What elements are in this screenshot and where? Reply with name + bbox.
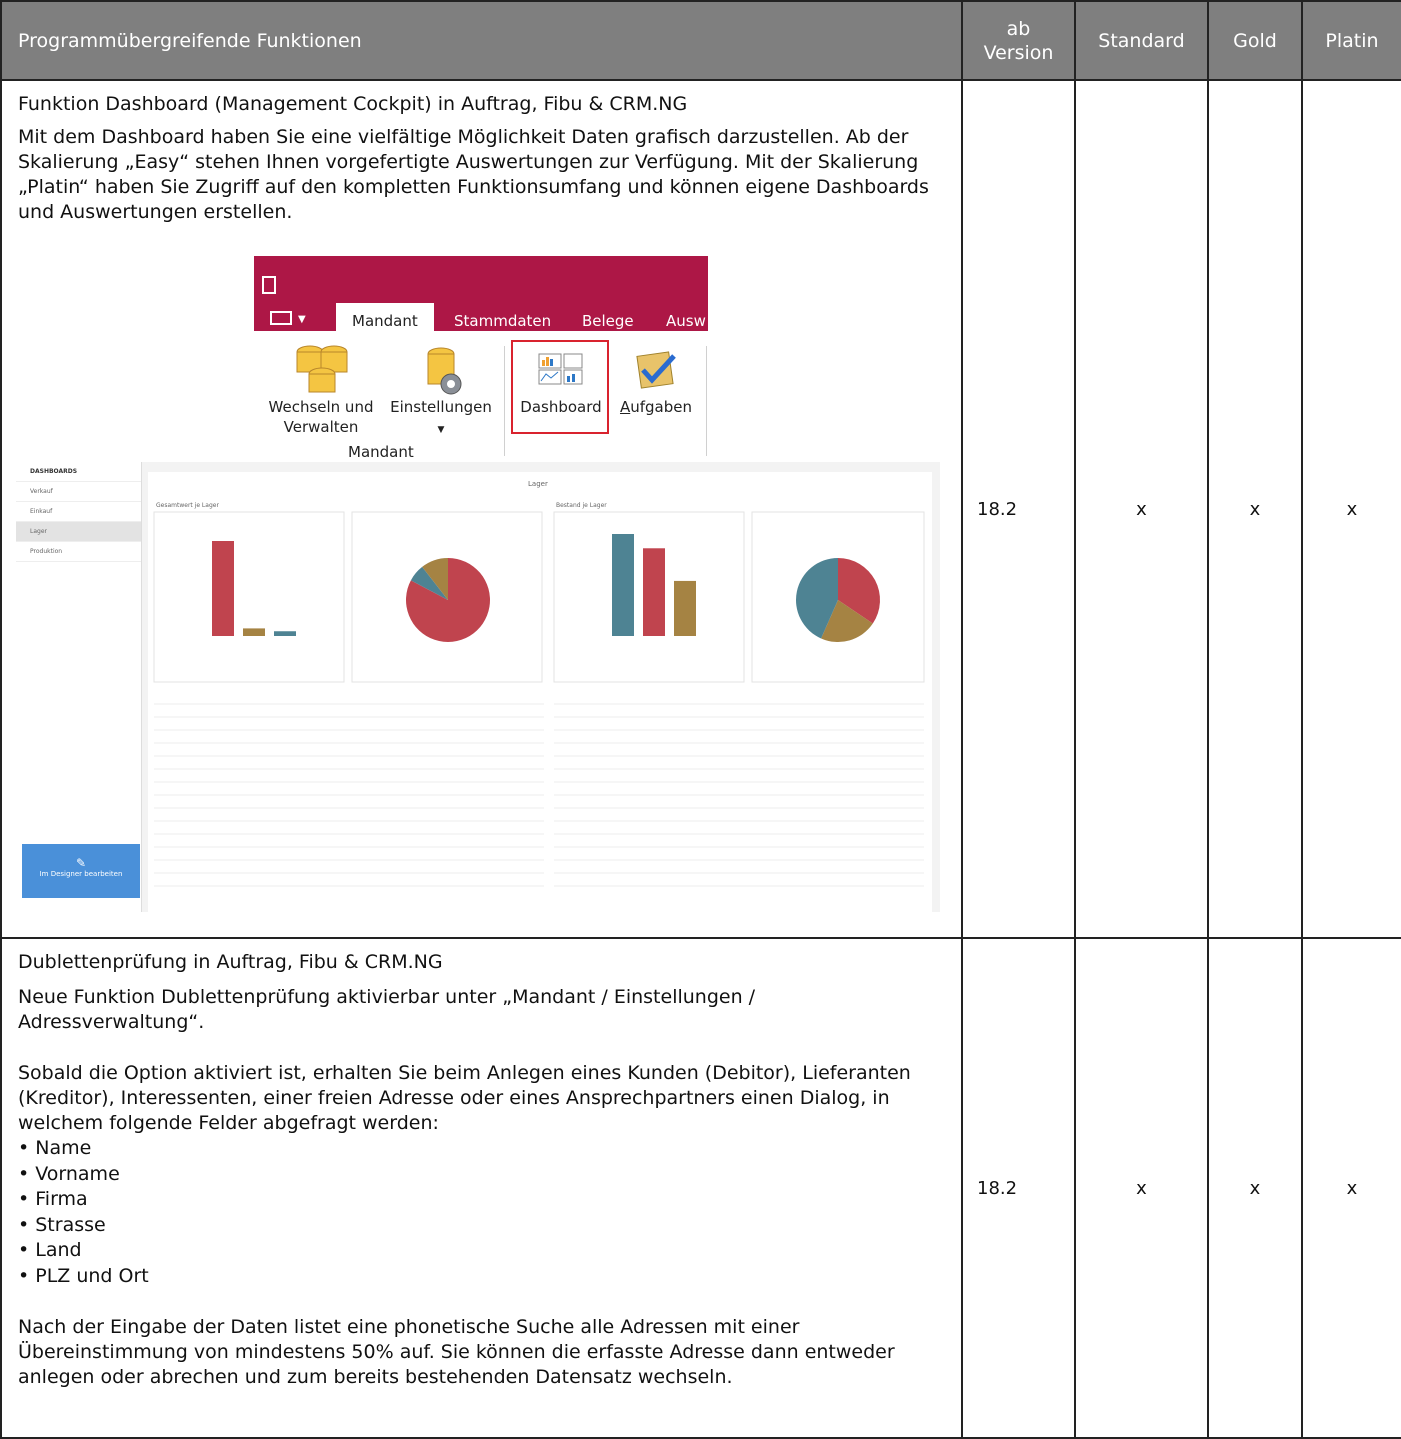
bar-panel-left: [153, 511, 345, 683]
sidebar-item-verkauf[interactable]: Verkauf: [16, 482, 141, 502]
list-item: • PLZ und Ort: [18, 1264, 149, 1287]
list-item: • Land: [18, 1239, 82, 1261]
sidebar-item-einkauf[interactable]: Einkauf: [16, 502, 141, 522]
chevron-down-icon: ▼: [437, 425, 445, 435]
settings-button[interactable]: Einstellungen ▼: [390, 397, 492, 440]
sidebar-item-produktion[interactable]: Produktion: [16, 542, 141, 562]
header-platin: Platin: [1301, 0, 1401, 81]
table-row: Dublettenprüfung in Auftrag, Fibu & CRM.…: [0, 937, 1401, 1439]
group-label: Mandant: [348, 443, 414, 461]
bar-right: [643, 548, 665, 636]
bar-right: [674, 580, 696, 636]
dashboard-charts: [153, 511, 925, 887]
version-value: 18.2: [961, 937, 1076, 1439]
tasks-icon: [636, 351, 676, 389]
switch-manage-button[interactable]: Wechseln und Verwalten: [268, 397, 374, 437]
sidebar-heading: DASHBOARDS: [16, 462, 141, 482]
standard-mark: x: [1074, 937, 1209, 1439]
field-list: • Name • Vorname • Firma • Strasse • Lan…: [18, 1136, 945, 1289]
bar-left: [274, 631, 296, 636]
bar-left: [243, 628, 265, 636]
dashboard-highlight: [511, 340, 609, 434]
feature-outro: Nach der Eingabe der Daten listet eine p…: [18, 1316, 895, 1388]
feature-title: Funktion Dashboard (Management Cockpit) …: [18, 93, 688, 115]
feature-title: Dublettenprüfung in Auftrag, Fibu & CRM.…: [18, 951, 443, 973]
tasks-button[interactable]: Aufgaben: [618, 397, 694, 417]
list-item: • Firma: [18, 1188, 88, 1210]
list-item: • Strasse: [18, 1213, 106, 1236]
header-gold: Gold: [1207, 0, 1303, 81]
feature-description: Mit dem Dashboard haben Sie eine vielfäl…: [18, 126, 929, 223]
header-functions: Programmübergreifende Funktionen: [0, 0, 963, 81]
designer-button[interactable]: ✎ Im Designer bearbeiten: [22, 844, 140, 898]
bar-left: [212, 541, 234, 636]
dashboard-screenshot: DASHBOARDS Verkauf Einkauf Lager Produkt…: [16, 462, 940, 912]
database-icon: [296, 345, 348, 393]
feature-cell-duplicates: Dublettenprüfung in Auftrag, Fibu & CRM.…: [0, 937, 963, 1439]
group-divider: [706, 346, 707, 456]
version-value: 18.2: [961, 79, 1076, 939]
edit-icon: ✎: [75, 856, 87, 870]
dashboard-main: Lager Gesamtwert je Lager Bestand je Lag…: [148, 472, 932, 912]
ribbon-screenshot: ▼ Mandant Stammdaten Belege Ausw Wechsel…: [254, 256, 708, 464]
platin-mark: x: [1301, 937, 1401, 1439]
bar-right: [612, 534, 634, 636]
group-divider: [504, 346, 505, 456]
standard-mark: x: [1074, 79, 1209, 939]
header-standard: Standard: [1074, 0, 1209, 81]
header-row: Programmübergreifende Funktionen ab Vers…: [0, 0, 1401, 81]
feature-paragraph: Sobald die Option aktiviert ist, erhalte…: [18, 1062, 911, 1134]
list-item: • Name: [18, 1137, 92, 1159]
gold-mark: x: [1207, 79, 1303, 939]
header-version: ab Version: [961, 0, 1076, 81]
list-item: • Vorname: [18, 1162, 120, 1185]
settings-icon: [427, 347, 462, 395]
gold-mark: x: [1207, 937, 1303, 1439]
tasks-label-rest: ufgaben: [630, 398, 693, 416]
platin-mark: x: [1301, 79, 1401, 939]
sidebar-item-lager[interactable]: Lager: [16, 522, 141, 542]
feature-intro: Neue Funktion Dublettenprüfung aktivierb…: [18, 986, 756, 1033]
